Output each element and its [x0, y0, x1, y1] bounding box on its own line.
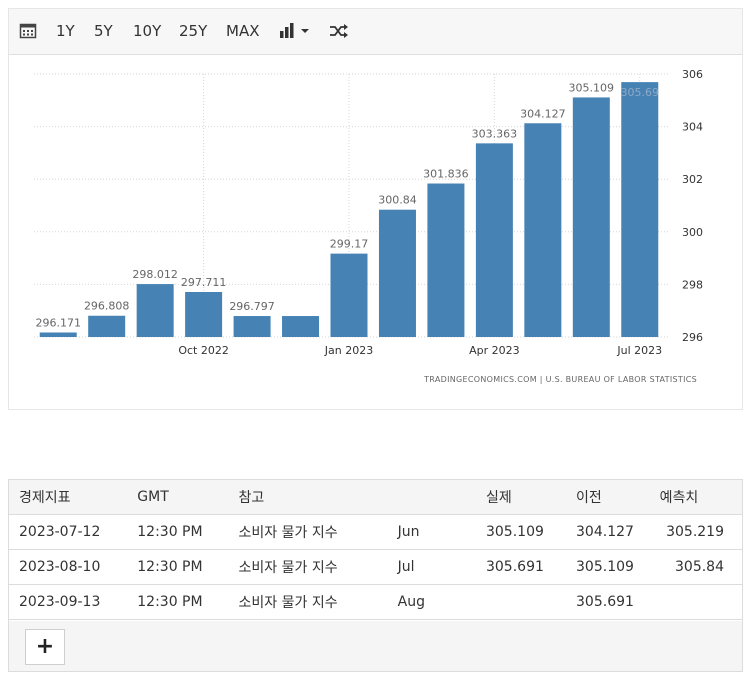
y-tick-label: 302	[682, 173, 703, 186]
chart-type-icon[interactable]	[279, 22, 313, 44]
row-time: 12:30 PM	[137, 549, 239, 585]
bar	[185, 292, 223, 337]
row-time: 12:30 PM	[137, 584, 239, 620]
header-forecast: 예측치	[633, 480, 742, 515]
row-time: 12:30 PM	[137, 514, 239, 550]
economic-calendar-table: 경제지표 GMT 참고 실제 이전 예측치 2023-07-12 12:30 P…	[9, 480, 742, 620]
header-indicator: 경제지표	[9, 480, 138, 515]
bar	[330, 253, 368, 337]
row-actual	[453, 584, 544, 620]
calendar-icon[interactable]	[19, 22, 37, 44]
data-label: 299.17	[330, 238, 369, 251]
add-button[interactable]: +	[25, 629, 65, 665]
data-label: 305.69	[621, 86, 660, 99]
calendar-table-panel: 경제지표 GMT 참고 실제 이전 예측치 2023-07-12 12:30 P…	[8, 479, 743, 672]
range-10y-button[interactable]: 10Y	[133, 21, 161, 41]
bar	[572, 97, 610, 337]
add-area: +	[9, 621, 742, 671]
range-1y-button[interactable]: 1Y	[56, 21, 75, 41]
bar	[282, 316, 320, 337]
bar	[136, 284, 174, 337]
data-label: 301.836	[423, 168, 469, 181]
y-tick-label: 304	[682, 121, 703, 134]
bar	[475, 143, 513, 337]
y-tick-label: 300	[682, 226, 703, 239]
x-tick-label: Jan 2023	[324, 344, 373, 357]
data-label: 300.84	[378, 194, 417, 207]
row-indicator-link[interactable]: 소비자 물가 지수	[238, 549, 398, 585]
row-period: Jun	[397, 514, 454, 550]
row-forecast	[633, 584, 742, 620]
bar-chart: 296 298 300 302 304 306 Oct 2022 Jan 2023 Apr 20…	[34, 68, 703, 384]
y-tick-label: 296	[682, 331, 703, 344]
header-reference: 참고	[238, 480, 398, 515]
row-date: 2023-08-10	[9, 549, 138, 585]
row-forecast: 305.84	[633, 549, 742, 585]
data-label: 304.127	[520, 107, 566, 120]
x-tick-label: Apr 2023	[469, 344, 520, 357]
data-label: 303.363	[472, 127, 518, 140]
data-label: 297.711	[181, 276, 227, 289]
chevron-down-icon	[301, 29, 309, 33]
range-5y-button[interactable]: 5Y	[94, 21, 113, 41]
row-previous: 305.691	[543, 584, 634, 620]
y-tick-label: 298	[682, 278, 703, 291]
bar	[88, 315, 126, 337]
row-previous: 305.109	[543, 549, 634, 585]
row-actual: 305.691	[453, 549, 544, 585]
chart-credits: TRADINGECONOMICS.COM | U.S. BUREAU OF LA…	[423, 375, 697, 384]
header-period	[397, 480, 454, 515]
bar	[378, 209, 416, 337]
row-indicator-link[interactable]: 소비자 물가 지수	[238, 514, 398, 550]
row-indicator-link[interactable]: 소비자 물가 지수	[238, 584, 398, 620]
chart-toolbar: 1Y 5Y 10Y 25Y MAX	[9, 9, 742, 55]
data-label: 305.109	[569, 81, 615, 94]
chart-panel: 1Y 5Y 10Y 25Y MAX 296 298 300 302 304 306 Oct …	[8, 8, 743, 410]
data-label: 296.171	[35, 317, 81, 330]
bar	[621, 82, 659, 337]
row-period: Jul	[397, 549, 454, 585]
x-tick-label: Oct 2022	[178, 344, 229, 357]
y-tick-label: 306	[682, 68, 703, 81]
table-row: 2023-08-10 12:30 PM 소비자 물가 지수 Jul 305.69…	[9, 549, 742, 585]
row-period: Aug	[397, 584, 454, 620]
bar	[39, 332, 77, 337]
row-previous: 304.127	[543, 514, 634, 550]
range-25y-button[interactable]: 25Y	[179, 21, 207, 41]
row-forecast: 305.219	[633, 514, 742, 550]
data-label: 296.808	[84, 300, 130, 313]
bar	[524, 123, 562, 337]
data-label: 296.797	[229, 300, 275, 313]
data-label: 298.012	[132, 268, 178, 281]
row-actual: 305.109	[453, 514, 544, 550]
range-max-button[interactable]: MAX	[226, 21, 259, 41]
table-row: 2023-09-13 12:30 PM 소비자 물가 지수 Aug 305.69…	[9, 584, 742, 620]
header-actual: 실제	[453, 480, 544, 515]
row-date: 2023-09-13	[9, 584, 138, 620]
bar	[427, 183, 465, 337]
row-date: 2023-07-12	[9, 514, 138, 550]
table-row: 2023-07-12 12:30 PM 소비자 물가 지수 Jun 305.10…	[9, 514, 742, 550]
header-previous: 이전	[543, 480, 634, 515]
shuffle-icon[interactable]	[329, 22, 349, 44]
x-tick-label: Jul 2023	[616, 344, 662, 357]
header-gmt: GMT	[137, 480, 239, 515]
bar	[233, 316, 271, 337]
table-header-row: 경제지표 GMT 참고 실제 이전 예측치	[9, 480, 742, 515]
